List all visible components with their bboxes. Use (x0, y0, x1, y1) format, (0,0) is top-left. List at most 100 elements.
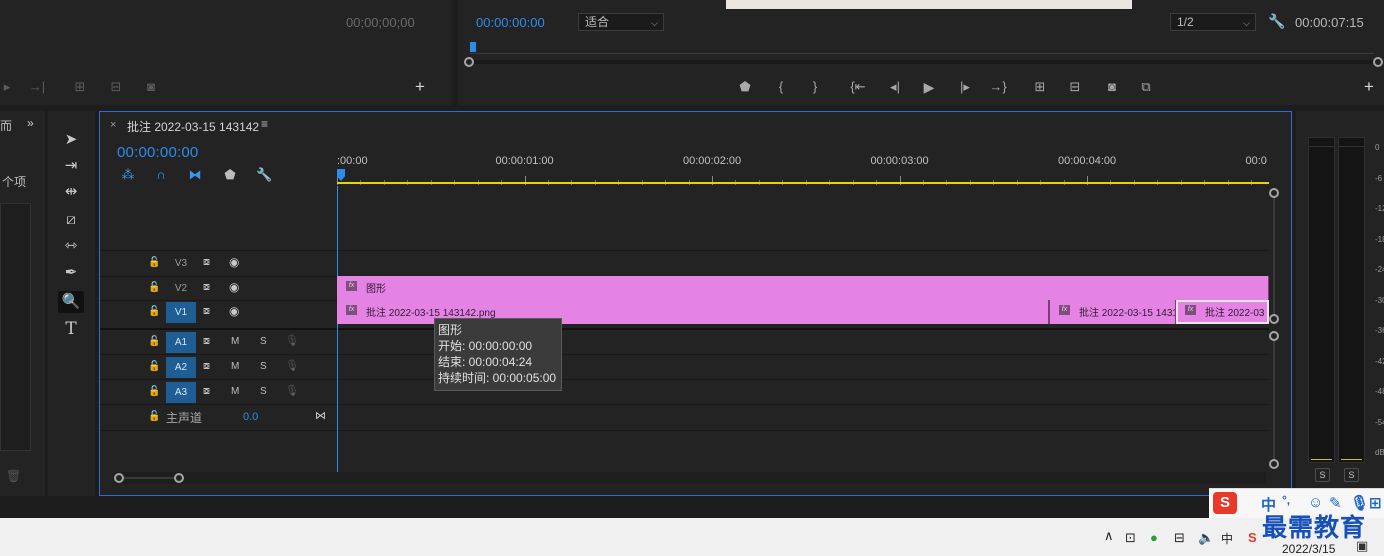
ime-mode-indicator[interactable]: 中 (1221, 530, 1233, 547)
lock-icon[interactable]: 🔓 (148, 306, 160, 317)
camera-icon[interactable]: ◙ (1103, 79, 1121, 95)
eye-icon[interactable]: ◉ (229, 280, 239, 294)
audio-vscroll-handle-bottom[interactable] (1269, 459, 1279, 469)
go-to-out-icon[interactable]: →} (988, 79, 1008, 95)
sogou-logo-icon[interactable]: S (1213, 492, 1237, 514)
go-to-out-icon[interactable]: →| (28, 79, 46, 95)
mute-button[interactable]: M (231, 386, 239, 397)
work-area-bar[interactable] (337, 182, 1269, 184)
sync-lock-icon[interactable]: ⧇ (203, 335, 210, 348)
audio-vscroll-handle-top[interactable] (1269, 331, 1279, 341)
add-marker-icon[interactable]: ⬟ (738, 79, 752, 95)
solo-right-button[interactable]: S (1344, 468, 1359, 482)
mute-button[interactable]: M (231, 361, 239, 372)
fit-select[interactable]: 适合 ⌵ (578, 13, 664, 31)
step-forward-icon[interactable]: ▸ (0, 79, 14, 95)
zoom-handle-right[interactable] (174, 473, 184, 483)
selection-tool-icon[interactable]: ➤ (58, 129, 84, 151)
comparison-view-icon[interactable]: ⧉ (1136, 79, 1156, 95)
clip-png-2[interactable]: fx 批注 2022-03-15 1431 (1049, 300, 1176, 324)
go-to-end-icon[interactable]: ⋈ (315, 409, 326, 422)
trash-icon[interactable]: 🗑 (6, 469, 21, 483)
ripple-edit-tool-icon[interactable]: ⇹ (58, 181, 84, 203)
go-to-in-icon[interactable]: {⇤ (848, 79, 868, 95)
type-tool-icon[interactable]: T (58, 318, 84, 340)
solo-button[interactable]: S (260, 386, 267, 397)
track-target-v1[interactable]: V1 (166, 302, 196, 323)
ime-punctuation-toggle[interactable]: °, (1282, 493, 1290, 507)
sync-lock-icon[interactable]: ⧇ (203, 305, 210, 318)
solo-button[interactable]: S (260, 336, 267, 347)
snap-magnet-icon[interactable]: ∩ (153, 167, 169, 183)
mark-out-icon[interactable]: } (808, 79, 822, 95)
ime-menu-icon[interactable]: ⊞ (1369, 494, 1382, 512)
eye-icon[interactable]: ◉ (229, 255, 239, 269)
lock-icon[interactable]: 🔓 (148, 386, 160, 397)
add-button-icon[interactable]: + (412, 78, 428, 95)
close-icon[interactable]: × (110, 119, 116, 131)
record-icon[interactable]: ⊡ (1125, 530, 1136, 546)
zoom-tool-icon[interactable]: 🔍 (58, 291, 84, 313)
solo-left-button[interactable]: S (1315, 468, 1330, 482)
mark-in-icon[interactable]: { (774, 79, 788, 95)
microphone-icon[interactable]: 🎙 (285, 359, 299, 372)
track-select-tool-icon[interactable]: ⇥ (58, 155, 84, 177)
lock-icon[interactable]: 🔓 (148, 257, 160, 268)
partial-panel-tab[interactable]: 而 (0, 117, 12, 134)
microphone-icon[interactable]: 🎙 (285, 334, 299, 347)
program-scrub-bar[interactable] (470, 42, 1374, 54)
zoom-handle-left[interactable] (464, 57, 474, 67)
extract-icon[interactable]: ⊟ (1065, 79, 1085, 95)
insert-icon[interactable]: ⊞ (70, 79, 90, 95)
add-marker-icon[interactable]: ⬟ (222, 167, 238, 183)
linked-selection-icon[interactable]: ⧓ (187, 167, 203, 183)
chevron-up-icon[interactable]: ∧ (1104, 528, 1114, 544)
panel-menu-icon[interactable]: ≡ (261, 117, 268, 131)
project-list-area[interactable] (0, 203, 31, 451)
sync-lock-icon[interactable]: ⧇ (203, 360, 210, 373)
step-forward-icon[interactable]: |▸ (956, 79, 974, 95)
zoom-handle-left[interactable] (114, 473, 124, 483)
panel-overflow-icon[interactable]: » (27, 116, 34, 130)
clip-png-3[interactable]: fx 批注 2022-03 (1176, 300, 1269, 324)
video-vscroll-track[interactable] (1273, 194, 1275, 320)
add-button-icon[interactable]: + (1361, 78, 1377, 95)
video-vscroll-handle-bottom[interactable] (1269, 314, 1279, 324)
nest-icon[interactable]: ⁂ (120, 167, 136, 183)
track-target-a3[interactable]: A3 (166, 382, 196, 403)
razor-tool-icon[interactable]: ⧄ (58, 209, 84, 231)
zoom-handle-right[interactable] (1373, 57, 1383, 67)
track-target-v2[interactable]: V2 (166, 278, 196, 299)
sogou-tray-icon[interactable]: S (1248, 530, 1257, 545)
slip-tool-icon[interactable]: ⇿ (58, 235, 84, 257)
clip-graphic[interactable]: fx 图形 (337, 276, 1269, 300)
security-icon[interactable]: ● (1150, 530, 1158, 545)
source-timecode[interactable]: 00;00;00;00 (346, 15, 415, 30)
play-icon[interactable]: ▶ (920, 79, 938, 95)
sync-lock-icon[interactable]: ⧇ (203, 281, 210, 294)
master-volume-value[interactable]: 0.0 (243, 411, 258, 423)
zoom-scroll-bar[interactable] (464, 57, 1383, 67)
lock-icon[interactable]: 🔓 (148, 336, 160, 347)
program-timecode[interactable]: 00:00:00:00 (476, 15, 545, 30)
lock-icon[interactable]: 🔓 (148, 411, 160, 422)
lift-icon[interactable]: ⊞ (1030, 79, 1050, 95)
sync-lock-icon[interactable]: ⧇ (203, 385, 210, 398)
mute-button[interactable]: M (231, 336, 239, 347)
resolution-select[interactable]: 1/2 ⌵ (1170, 13, 1256, 31)
track-target-v3[interactable]: V3 (166, 253, 196, 274)
camera-icon[interactable]: ◙ (142, 79, 160, 95)
eye-icon[interactable]: ◉ (229, 304, 239, 318)
pen-tool-icon[interactable]: ✒ (58, 262, 84, 284)
track-target-a2[interactable]: A2 (166, 357, 196, 378)
timeline-timecode[interactable]: 00:00:00:00 (117, 144, 198, 161)
microphone-icon[interactable]: 🎙 (285, 384, 299, 397)
network-icon[interactable]: ⊟ (1174, 530, 1185, 546)
video-vscroll-handle-top[interactable] (1269, 188, 1279, 198)
taskbar-date[interactable]: 2022/3/15 (1282, 542, 1335, 556)
sequence-tab-title[interactable]: 批注 2022-03-15 143142 (127, 118, 259, 135)
track-target-a1[interactable]: A1 (166, 332, 196, 353)
wrench-icon[interactable]: 🔧 (256, 167, 272, 183)
sync-lock-icon[interactable]: ⧇ (203, 256, 210, 269)
solo-button[interactable]: S (260, 361, 267, 372)
